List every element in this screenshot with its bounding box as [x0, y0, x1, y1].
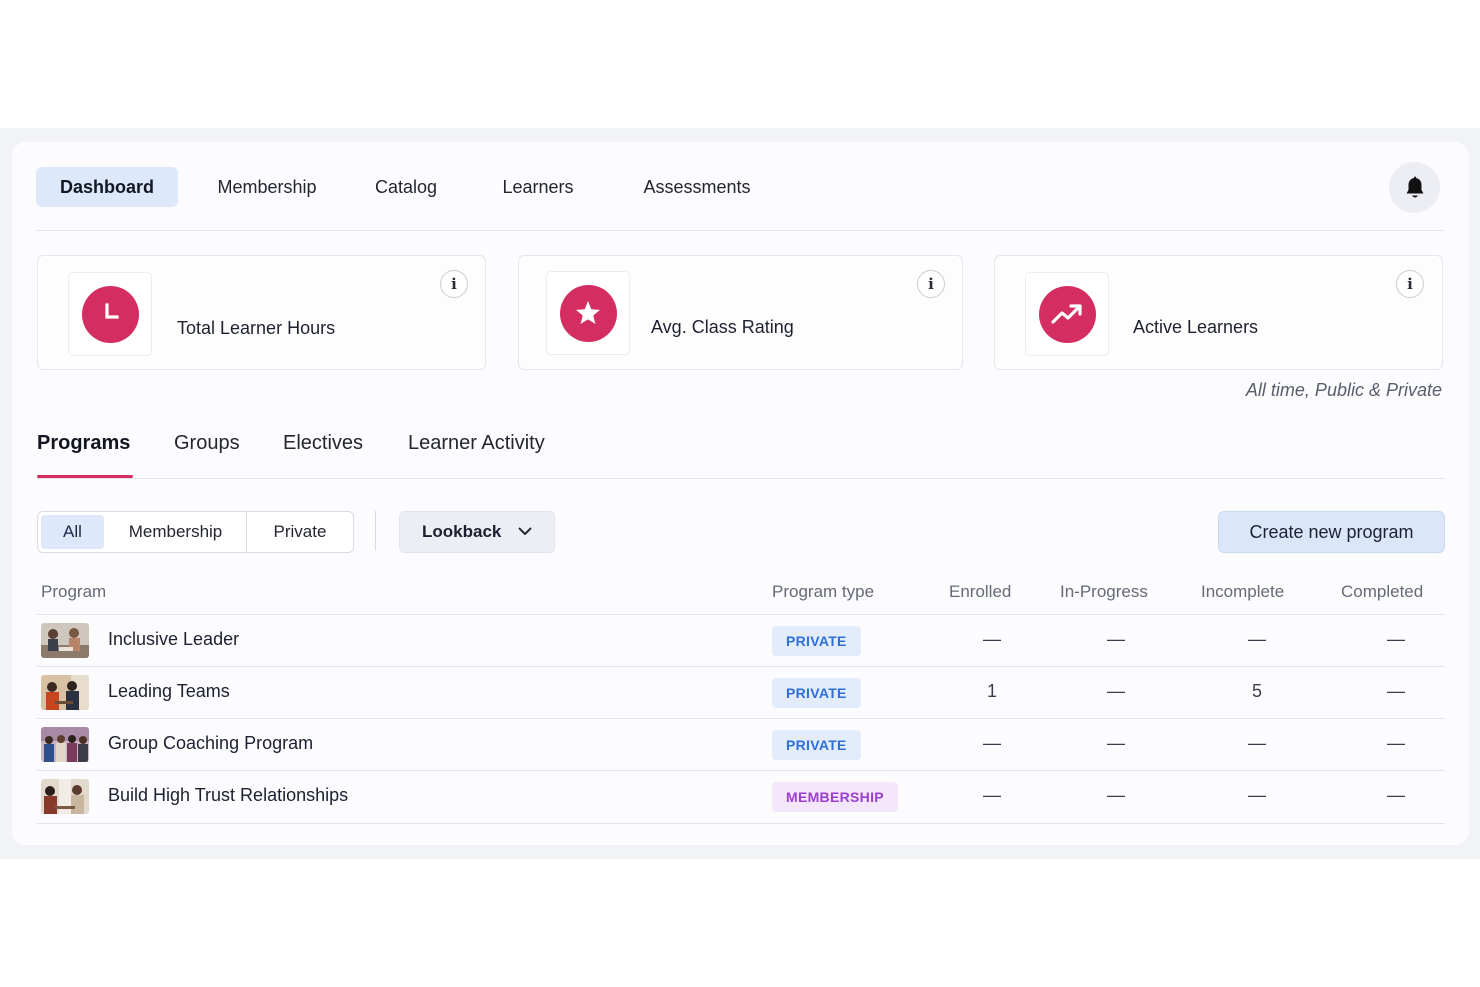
- stat-label: Total Learner Hours: [177, 318, 336, 338]
- filter-membership[interactable]: Membership: [105, 515, 246, 549]
- nav-learners[interactable]: Learners: [464, 167, 612, 207]
- info-icon[interactable]: i: [440, 270, 468, 298]
- program-name: Inclusive Leader: [108, 629, 240, 649]
- program-thumbnail: [41, 727, 89, 762]
- star-icon: [576, 301, 600, 324]
- stat-card-class-rating: Avg. Class Rating i: [518, 255, 963, 370]
- lookback-dropdown[interactable]: Lookback: [399, 511, 555, 553]
- create-program-button[interactable]: Create new program: [1218, 511, 1445, 553]
- incomplete-value: 5: [1251, 681, 1262, 701]
- completed-value: —: [1387, 785, 1405, 805]
- in-progress-value: —: [1107, 681, 1125, 701]
- nav-divider: [36, 230, 1444, 231]
- in-progress-value: —: [1107, 733, 1125, 753]
- trending-up-icon: [1051, 304, 1082, 324]
- column-header-completed: Completed: [1341, 582, 1424, 601]
- dashboard-panel: Dashboard Membership Catalog Learners As…: [12, 142, 1469, 845]
- completed-value: —: [1387, 733, 1405, 753]
- tab-programs[interactable]: Programs: [37, 432, 130, 455]
- notifications-button[interactable]: [1389, 162, 1440, 213]
- nav-catalog[interactable]: Catalog: [348, 167, 464, 207]
- program-type-badge: MEMBERSHIP: [772, 782, 898, 812]
- program-thumbnail: [41, 779, 89, 814]
- stat-icon-box: [68, 272, 152, 356]
- incomplete-value: —: [1248, 629, 1266, 649]
- nav-assessments[interactable]: Assessments: [612, 167, 782, 207]
- column-header-enrolled: Enrolled: [949, 582, 1012, 601]
- stat-icon-box: [546, 271, 630, 355]
- program-name: Build High Trust Relationships: [108, 785, 349, 805]
- incomplete-value: —: [1248, 785, 1266, 805]
- table-row[interactable]: Inclusive Leader PRIVATE — — — —: [37, 615, 1445, 666]
- bell-icon: [1406, 176, 1423, 197]
- program-type-badge: PRIVATE: [772, 626, 861, 656]
- info-icon[interactable]: i: [1396, 270, 1424, 298]
- tab-groups[interactable]: Groups: [174, 432, 240, 455]
- column-header-in-progress: In-Progress: [1060, 582, 1148, 601]
- completed-value: —: [1387, 629, 1405, 649]
- incomplete-value: —: [1248, 733, 1266, 753]
- program-type-badge: PRIVATE: [772, 730, 861, 760]
- table-divider: [37, 823, 1445, 824]
- filter-all[interactable]: All: [41, 515, 104, 549]
- table-row[interactable]: Build High Trust Relationships MEMBERSHI…: [37, 771, 1445, 822]
- enrolled-value: —: [983, 629, 1001, 649]
- nav-membership[interactable]: Membership: [178, 167, 356, 207]
- table-row[interactable]: Group Coaching Program PRIVATE — — — —: [37, 719, 1445, 770]
- column-header-program-type: Program type: [772, 582, 875, 601]
- in-progress-value: —: [1107, 785, 1125, 805]
- program-name: Group Coaching Program: [108, 733, 314, 753]
- top-nav: Dashboard Membership Catalog Learners As…: [36, 167, 782, 207]
- tab-learner-activity[interactable]: Learner Activity: [408, 432, 545, 455]
- tabs-divider: [37, 478, 1445, 479]
- stat-label: Active Learners: [1133, 317, 1259, 337]
- chevron-down-icon: [518, 527, 532, 535]
- column-header-program: Program: [41, 582, 107, 601]
- stat-card-learner-hours: Total Learner Hours i: [37, 255, 486, 370]
- program-thumbnail: [41, 623, 89, 658]
- info-icon[interactable]: i: [917, 270, 945, 298]
- lookback-label: Lookback: [422, 522, 502, 541]
- stat-icon-box: [1025, 272, 1109, 356]
- clock-icon: [105, 303, 119, 319]
- filter-separator: [375, 511, 376, 551]
- filter-private[interactable]: Private: [247, 515, 353, 549]
- stat-label: Avg. Class Rating: [651, 317, 794, 337]
- in-progress-value: —: [1107, 629, 1125, 649]
- enrolled-value: —: [983, 733, 1001, 753]
- enrolled-value: —: [983, 785, 1001, 805]
- column-header-incomplete: Incomplete: [1201, 582, 1285, 601]
- program-name: Leading Teams: [108, 681, 230, 701]
- stats-scope-caption: All time, Public & Private: [1245, 380, 1442, 400]
- program-thumbnail: [41, 675, 89, 710]
- nav-dashboard[interactable]: Dashboard: [36, 167, 178, 207]
- completed-value: —: [1387, 681, 1405, 701]
- stat-card-active-learners: Active Learners i: [994, 255, 1443, 370]
- tab-electives[interactable]: Electives: [283, 432, 363, 455]
- program-type-filter: All Membership Private: [37, 511, 354, 553]
- enrolled-value: 1: [986, 681, 997, 701]
- table-row[interactable]: Leading Teams PRIVATE 1 — 5 —: [37, 667, 1445, 718]
- program-type-badge: PRIVATE: [772, 678, 861, 708]
